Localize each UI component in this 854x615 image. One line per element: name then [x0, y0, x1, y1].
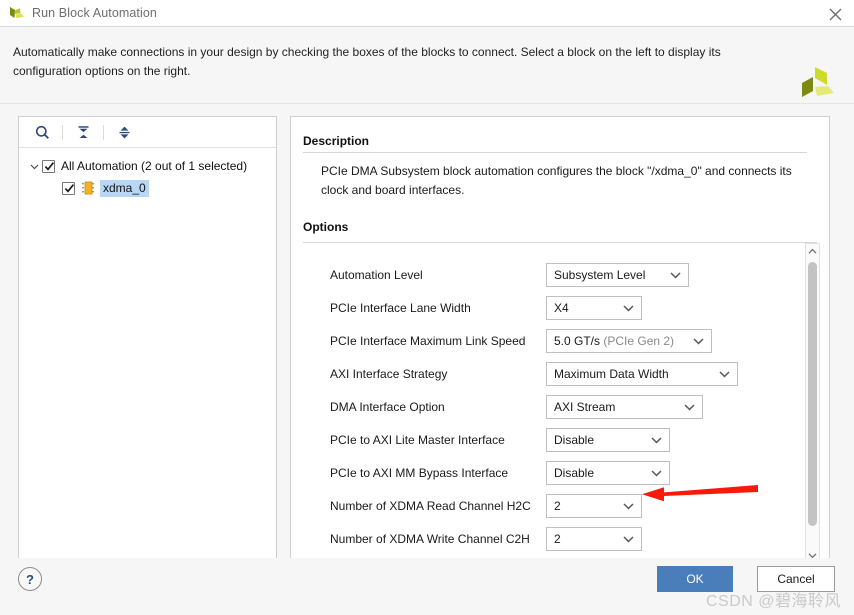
configuration-panel: Description PCIe DMA Subsystem block aut… [290, 116, 830, 566]
search-icon[interactable] [29, 121, 55, 143]
option-value-text: AXI Stream [554, 399, 616, 414]
option-dropdown[interactable]: X4 [546, 295, 642, 320]
expand-all-icon[interactable] [111, 121, 137, 143]
description-heading: Description [303, 134, 370, 148]
vivado-logo-icon [8, 5, 26, 21]
option-row: Automation Level Subsystem Level [330, 258, 829, 291]
option-dropdown[interactable]: AXI Stream [546, 394, 703, 419]
option-dropdown[interactable]: 2 [546, 493, 642, 518]
dialog-footer: ? OK Cancel CSDN @碧海聆风 [0, 558, 854, 615]
tree-row-xdma-0[interactable]: xdma_0 [19, 177, 276, 199]
option-value: 5.0 GT/s (PCIe Gen 2) [554, 334, 674, 348]
collapse-all-icon[interactable] [70, 121, 96, 143]
options-area: Automation Level Subsystem Level PCIe Inte… [291, 243, 829, 571]
option-label: PCIe Interface Lane Width [330, 300, 471, 315]
option-value-text: 2 [554, 498, 561, 513]
option-dropdown[interactable]: 2 [546, 526, 642, 551]
scrollbar-thumb[interactable] [808, 262, 817, 526]
option-value-text: 2 [554, 531, 561, 546]
option-value: AXI Stream [554, 400, 615, 414]
option-dropdown[interactable]: Maximum Data Width [546, 361, 738, 386]
option-label: Number of XDMA Read Channel H2C [330, 498, 531, 513]
ip-block-icon [81, 181, 97, 196]
option-label: PCIe to AXI MM Bypass Interface [330, 465, 509, 480]
chevron-down-icon[interactable] [684, 403, 695, 411]
option-dropdown[interactable]: Disable [546, 427, 670, 452]
option-row: DMA Interface Option AXI Stream [330, 390, 829, 423]
description-text: PCIe DMA Subsystem block automation conf… [321, 164, 792, 197]
option-value: Disable [554, 433, 594, 447]
ok-button[interactable]: OK [657, 566, 733, 592]
tree-label-all-automation: All Automation (2 out of 1 selected) [61, 159, 248, 173]
option-label: DMA Interface Option [330, 399, 445, 414]
chevron-down-icon[interactable] [623, 535, 634, 543]
chevron-down-icon[interactable] [623, 502, 634, 510]
checkbox-xdma-0[interactable] [62, 181, 75, 195]
option-label: AXI Interface Strategy [330, 366, 448, 381]
option-label: Number of XDMA Write Channel C2H [330, 531, 530, 546]
option-value-text: X4 [554, 300, 569, 315]
options-divider [303, 242, 817, 243]
options-heading: Options [303, 220, 349, 234]
dialog-header: Automatically make connections in your d… [0, 27, 854, 104]
toolbar-divider [103, 124, 104, 140]
option-dropdown[interactable]: Disable [546, 460, 670, 485]
description-divider [303, 152, 807, 153]
scroll-up-icon[interactable] [806, 244, 819, 258]
chevron-down-icon[interactable] [670, 271, 681, 279]
option-label: PCIe to AXI Lite Master Interface [330, 432, 505, 447]
scrollbar-track[interactable] [806, 258, 819, 548]
option-value: Maximum Data Width [554, 367, 669, 381]
chevron-down-icon[interactable] [27, 158, 42, 174]
options-heading-wrap: Options [291, 200, 829, 238]
toolbar-divider [62, 124, 63, 140]
option-value-text: Subsystem Level [554, 267, 646, 282]
header-description: Automatically make connections in your d… [13, 45, 721, 78]
chevron-down-icon[interactable] [651, 469, 662, 477]
checkbox-all-automation[interactable] [42, 159, 55, 173]
description-block: Description PCIe DMA Subsystem block aut… [291, 117, 829, 200]
option-value: 2 [554, 499, 561, 513]
option-value: Disable [554, 466, 594, 480]
option-dropdown[interactable]: Subsystem Level [546, 262, 689, 287]
option-value: 2 [554, 532, 561, 546]
cancel-button[interactable]: Cancel [757, 566, 835, 592]
option-row: AXI Interface Strategy Maximum Data Width [330, 357, 829, 390]
tree-label-xdma-0: xdma_0 [100, 179, 149, 197]
option-value-note: (PCIe Gen 2) [603, 333, 675, 348]
tree-content: All Automation (2 out of 1 selected) xdm… [19, 148, 276, 199]
option-label: PCIe Interface Maximum Link Speed [330, 333, 526, 348]
tree-toolbar [19, 117, 276, 148]
chevron-down-icon[interactable] [719, 370, 730, 378]
option-value-text: Maximum Data Width [554, 366, 669, 381]
window-title: Run Block Automation [32, 6, 157, 20]
chevron-down-icon[interactable] [623, 304, 634, 312]
option-row: Number of XDMA Read Channel H2C 2 [330, 489, 829, 522]
option-row: PCIe Interface Lane Width X4 [330, 291, 829, 324]
option-value: Subsystem Level [554, 268, 645, 282]
option-value-text: Disable [554, 432, 595, 447]
dialog-body: All Automation (2 out of 1 selected) xdm… [0, 104, 854, 566]
option-row: Number of XDMA Write Channel C2H 2 [330, 522, 829, 555]
option-dropdown[interactable]: 5.0 GT/s (PCIe Gen 2) [546, 328, 712, 353]
option-value: X4 [554, 301, 569, 315]
option-row: PCIe to AXI MM Bypass Interface Disable [330, 456, 829, 489]
option-row: PCIe to AXI Lite Master Interface Disable [330, 423, 829, 456]
xilinx-pinwheel-logo [796, 63, 838, 105]
option-label: Automation Level [330, 267, 423, 282]
tree-row-all-automation[interactable]: All Automation (2 out of 1 selected) [19, 155, 276, 177]
option-value-text: Disable [554, 465, 595, 480]
help-button[interactable]: ? [18, 567, 42, 591]
option-row: PCIe Interface Maximum Link Speed 5.0 GT/… [330, 324, 829, 357]
options-list: Automation Level Subsystem Level PCIe Inte… [291, 251, 829, 555]
options-scrollbar[interactable] [805, 243, 820, 563]
chevron-down-icon[interactable] [693, 337, 704, 345]
option-value-text: 5.0 GT/s [554, 333, 601, 348]
chevron-down-icon[interactable] [651, 436, 662, 444]
close-icon[interactable] [822, 2, 848, 26]
automation-tree-panel: All Automation (2 out of 1 selected) xdm… [18, 116, 277, 566]
window-titlebar: Run Block Automation [0, 0, 854, 27]
